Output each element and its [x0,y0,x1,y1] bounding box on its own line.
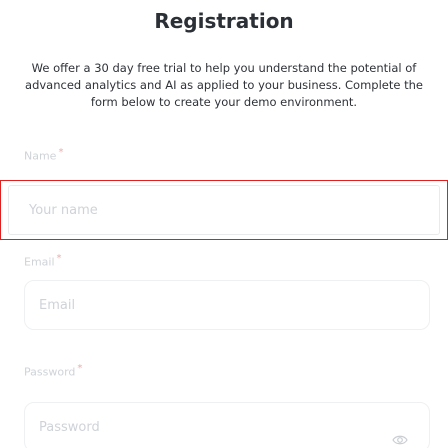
name-required-marker: * [58,147,64,158]
intro-text: We offer a 30 day free trial to help you… [25,61,423,109]
page-title: Registration [154,9,294,33]
email-label-text: Email [24,255,55,269]
registration-page: Registration We offer a 30 day free tria… [0,0,448,448]
name-input[interactable] [8,185,440,235]
password-label-text: Password [24,365,76,379]
name-label: Name * [24,146,63,164]
password-input[interactable] [24,402,430,448]
eye-icon[interactable] [392,434,408,446]
password-label: Password * [24,362,82,380]
password-required-marker: * [77,363,83,374]
email-required-marker: * [56,253,62,264]
email-input[interactable] [24,280,430,330]
email-label: Email * [24,252,62,270]
name-label-text: Name [24,149,57,163]
